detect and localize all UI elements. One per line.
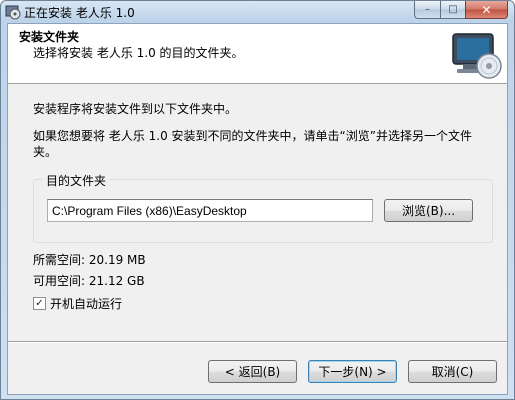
page-subtitle: 选择将安装 老人乐 1.0 的目的文件夹。 bbox=[33, 46, 244, 60]
minimize-button[interactable]: – bbox=[414, 1, 440, 19]
back-button[interactable]: < 返回(B) bbox=[208, 360, 297, 383]
intro-text: 安装程序将安装文件到以下文件夹中。 bbox=[33, 102, 238, 116]
instruction-text: 如果您想要将 老人乐 1.0 安装到不同的文件夹中，请单击“浏览”并选择另一个文… bbox=[33, 129, 472, 159]
destination-path-input[interactable] bbox=[47, 199, 373, 222]
space-available-text: 可用空间: 21.12 GB bbox=[33, 274, 145, 288]
monitor-disc-icon bbox=[452, 33, 502, 79]
close-button[interactable]: ✕ bbox=[465, 1, 508, 19]
destination-group-label: 目的文件夹 bbox=[43, 172, 110, 189]
wizard-header: 安装文件夹 选择将安装 老人乐 1.0 的目的文件夹。 bbox=[8, 24, 507, 84]
window-title: 正在安装 老人乐 1.0 bbox=[24, 6, 135, 20]
autorun-option[interactable]: ✓ 开机自动运行 bbox=[33, 295, 122, 312]
space-required-text: 所需空间: 20.19 MB bbox=[33, 253, 146, 267]
destination-folder-group: 目的文件夹 浏览(B)... bbox=[33, 172, 493, 243]
caption-buttons: – □ ✕ bbox=[414, 1, 508, 19]
maximize-button[interactable]: □ bbox=[440, 1, 465, 19]
page-title: 安装文件夹 bbox=[19, 30, 80, 44]
browse-button[interactable]: 浏览(B)... bbox=[384, 199, 473, 222]
title-bar[interactable]: 正在安装 老人乐 1.0 – □ ✕ bbox=[1, 1, 514, 23]
installer-disc-icon bbox=[5, 5, 21, 20]
wizard-client-area: 安装文件夹 选择将安装 老人乐 1.0 的目的文件夹。 安装程序将安装文件到以下… bbox=[7, 23, 508, 395]
autorun-label[interactable]: 开机自动运行 bbox=[50, 295, 122, 312]
next-button[interactable]: 下一步(N) > bbox=[308, 360, 397, 383]
cancel-button[interactable]: 取消(C) bbox=[408, 360, 497, 383]
autorun-checkbox[interactable]: ✓ bbox=[33, 297, 46, 310]
footer-divider bbox=[8, 341, 507, 343]
installer-window: 正在安装 老人乐 1.0 – □ ✕ 安装文件夹 选择将安装 老人乐 1.0 的… bbox=[0, 0, 515, 400]
